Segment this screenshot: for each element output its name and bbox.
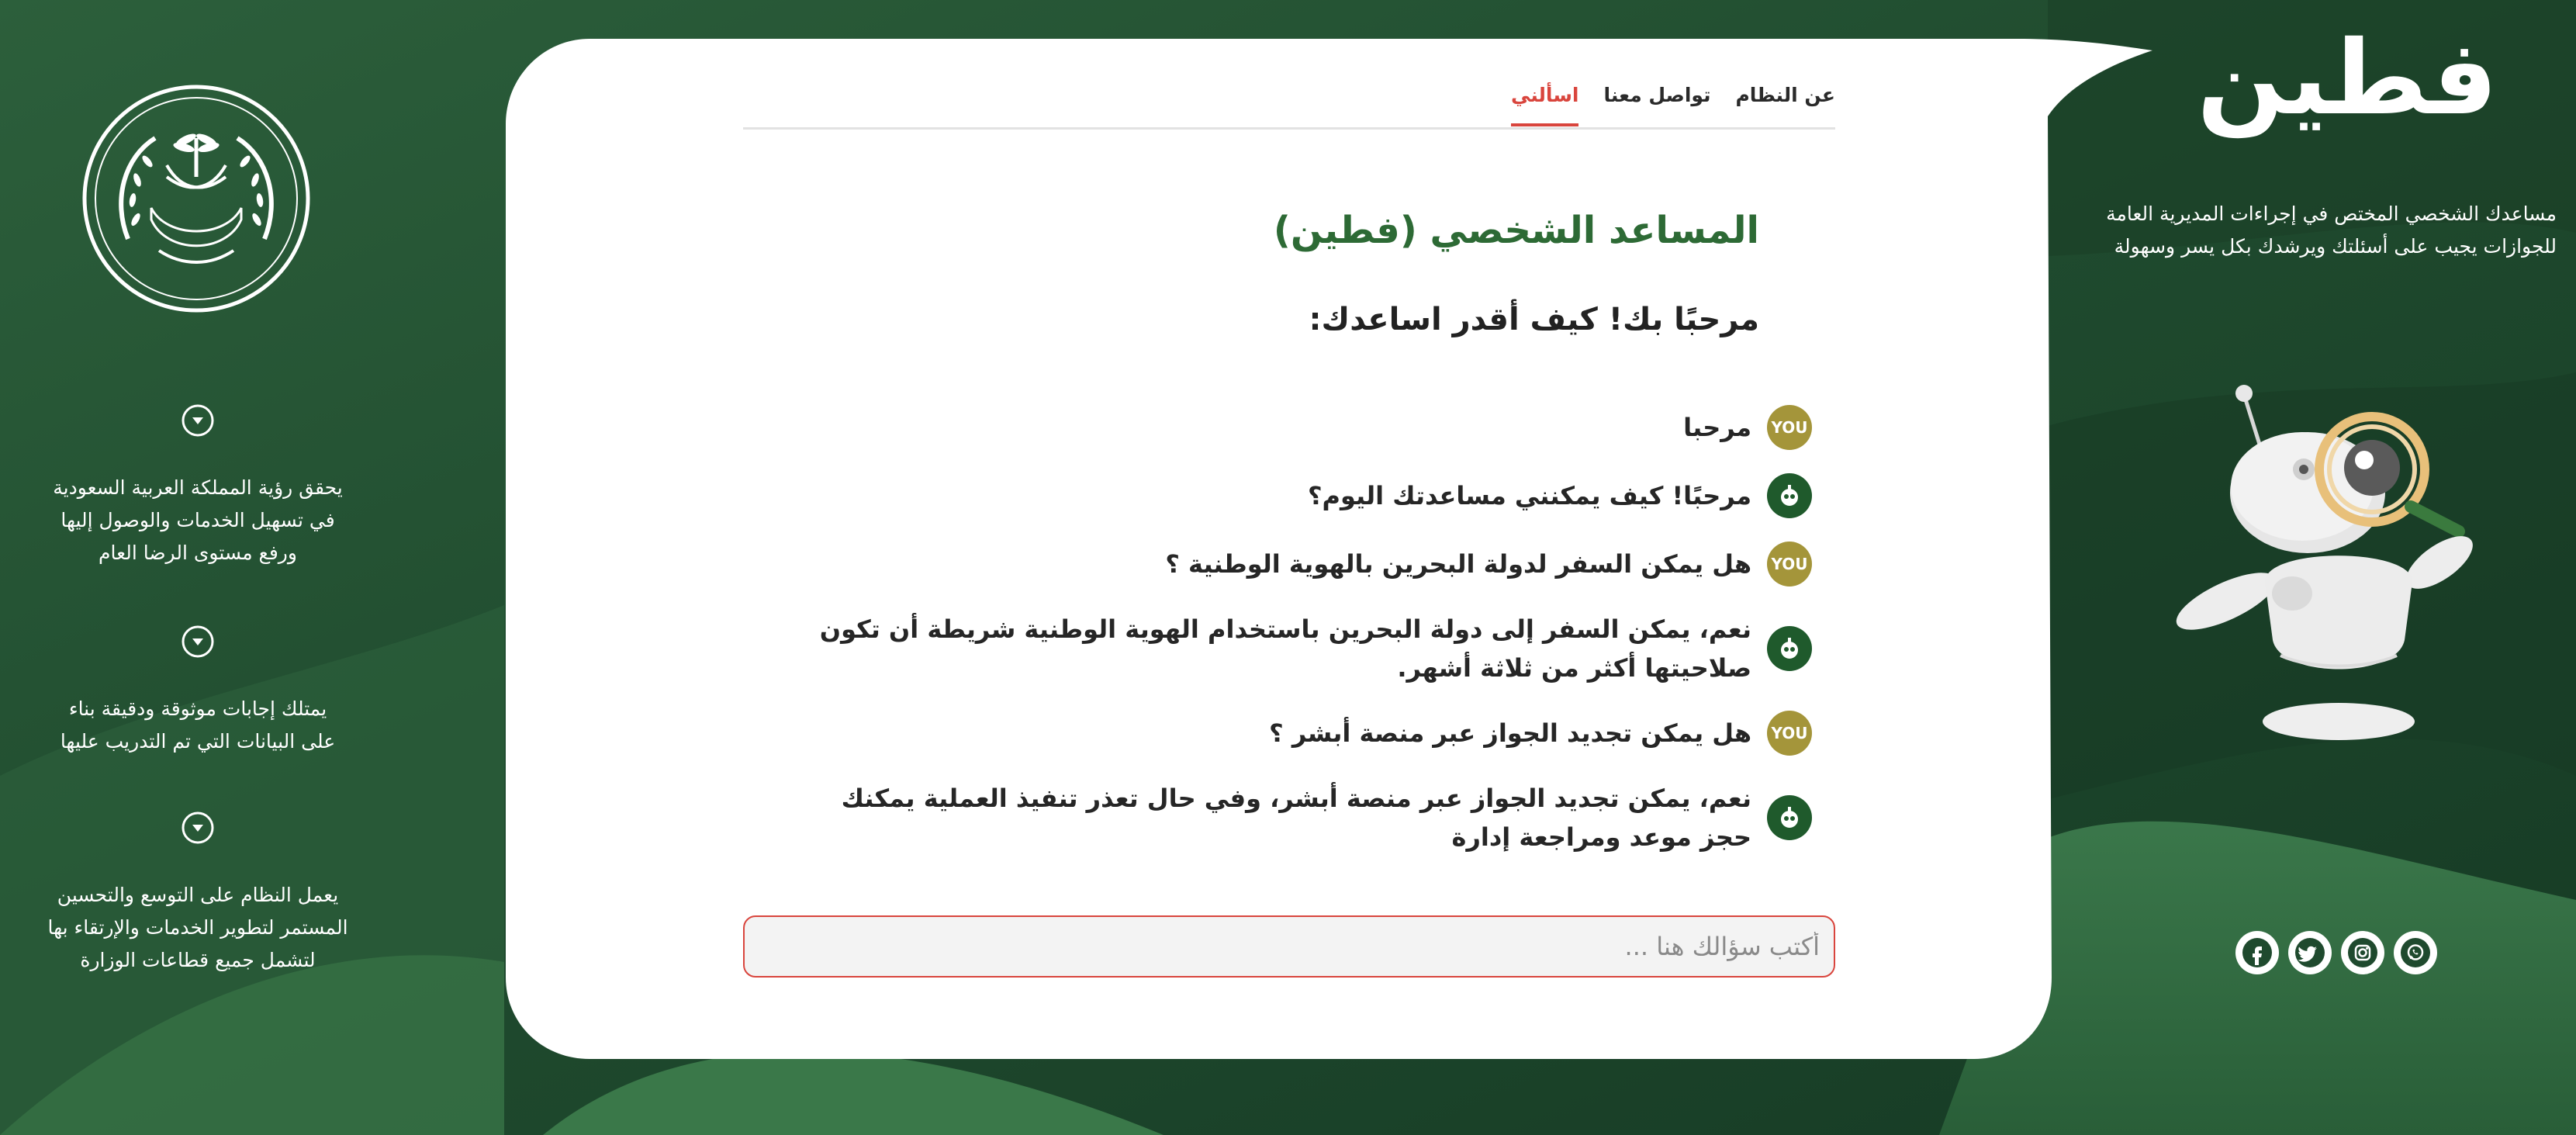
question-input[interactable] <box>743 915 1835 978</box>
user-avatar-badge: YOU <box>1767 711 1812 756</box>
feature-item-expansion: يعمل النظام على التوسع والتحسين المستمر … <box>31 811 365 977</box>
brand-description: مساعدك الشخصي المختص في إجراءات المديرية… <box>2106 202 2557 258</box>
message-text: مرحبًا! كيف يمكنني مساعدتك اليوم؟ <box>1307 481 1751 510</box>
tab-contact-us[interactable]: تواصل معنا <box>1603 79 1710 126</box>
feature-item-vision: يحقق رؤية المملكة العربية السعودية في تس… <box>31 403 365 569</box>
chat-message-user: YOU هل يمكن تجديد الجواز عبر منصة أبشر ؟ <box>776 711 1812 756</box>
left-features-panel: يحقق رؤية المملكة العربية السعودية في تس… <box>0 0 396 1135</box>
bot-avatar-icon <box>1767 626 1812 671</box>
chevron-down-icon <box>182 625 214 658</box>
chat-message-user: YOU مرحبا <box>776 405 1812 450</box>
whatsapp-icon[interactable] <box>2394 931 2437 974</box>
tab-about-system[interactable]: عن النظام <box>1735 79 1835 126</box>
top-navigation: اسألني تواصل معنا عن النظام <box>743 71 1835 130</box>
chevron-down-icon <box>182 404 214 437</box>
feature-text-expansion: يعمل النظام على التوسع والتحسين المستمر … <box>47 884 348 971</box>
tab-ask-me[interactable]: اسألني <box>1511 79 1579 126</box>
message-text: نعم، يمكن تجديد الجواز عبر منصة أبشر، وف… <box>841 784 1751 852</box>
ministry-emblem-logo <box>82 85 310 313</box>
message-text: نعم، يمكن السفر إلى دولة البحرين باستخدا… <box>819 614 1751 683</box>
chat-message-bot: نعم، يمكن تجديد الجواز عبر منصة أبشر، وف… <box>776 779 1812 856</box>
bot-avatar-icon <box>1767 795 1812 840</box>
chat-message-bot: نعم، يمكن السفر إلى دولة البحرين باستخدا… <box>776 610 1812 687</box>
brand-logo-text: فطين <box>2197 19 2498 138</box>
message-text: هل يمكن تجديد الجواز عبر منصة أبشر ؟ <box>1269 718 1751 748</box>
bot-avatar-icon <box>1767 473 1812 518</box>
instagram-icon[interactable] <box>2341 931 2384 974</box>
greeting-heading: مرحبًا بك! كيف أقدر اساعدك: <box>1309 302 1759 337</box>
chat-messages-list[interactable]: YOU مرحبا مرحبًا! كيف يمكنني مساعدتك الي… <box>776 405 1812 859</box>
feature-item-accuracy: يمتلك إجابات موثوقة ودقيقة بناء على البي… <box>31 625 365 758</box>
feature-text-vision: يحقق رؤية المملكة العربية السعودية في تس… <box>53 476 343 564</box>
chevron-down-icon <box>182 811 214 844</box>
social-links <box>2235 931 2437 974</box>
page-title: المساعد الشخصي (فطين) <box>1273 209 1759 252</box>
question-input-wrapper <box>743 915 1835 978</box>
feature-text-accuracy: يمتلك إجابات موثوقة ودقيقة بناء على البي… <box>60 697 336 753</box>
robot-mascot-illustration <box>2176 385 2473 740</box>
message-text: هل يمكن السفر لدولة البحرين بالهوية الوط… <box>1165 549 1751 579</box>
twitter-icon[interactable] <box>2288 931 2332 974</box>
nav-tabs: اسألني تواصل معنا عن النظام <box>1511 79 1835 126</box>
facebook-icon[interactable] <box>2235 931 2279 974</box>
user-avatar-badge: YOU <box>1767 405 1812 450</box>
chat-message-user: YOU هل يمكن السفر لدولة البحرين بالهوية … <box>776 542 1812 587</box>
message-text: مرحبا <box>1683 413 1751 442</box>
chat-message-bot: مرحبًا! كيف يمكنني مساعدتك اليوم؟ <box>776 473 1812 518</box>
user-avatar-badge: YOU <box>1767 542 1812 587</box>
